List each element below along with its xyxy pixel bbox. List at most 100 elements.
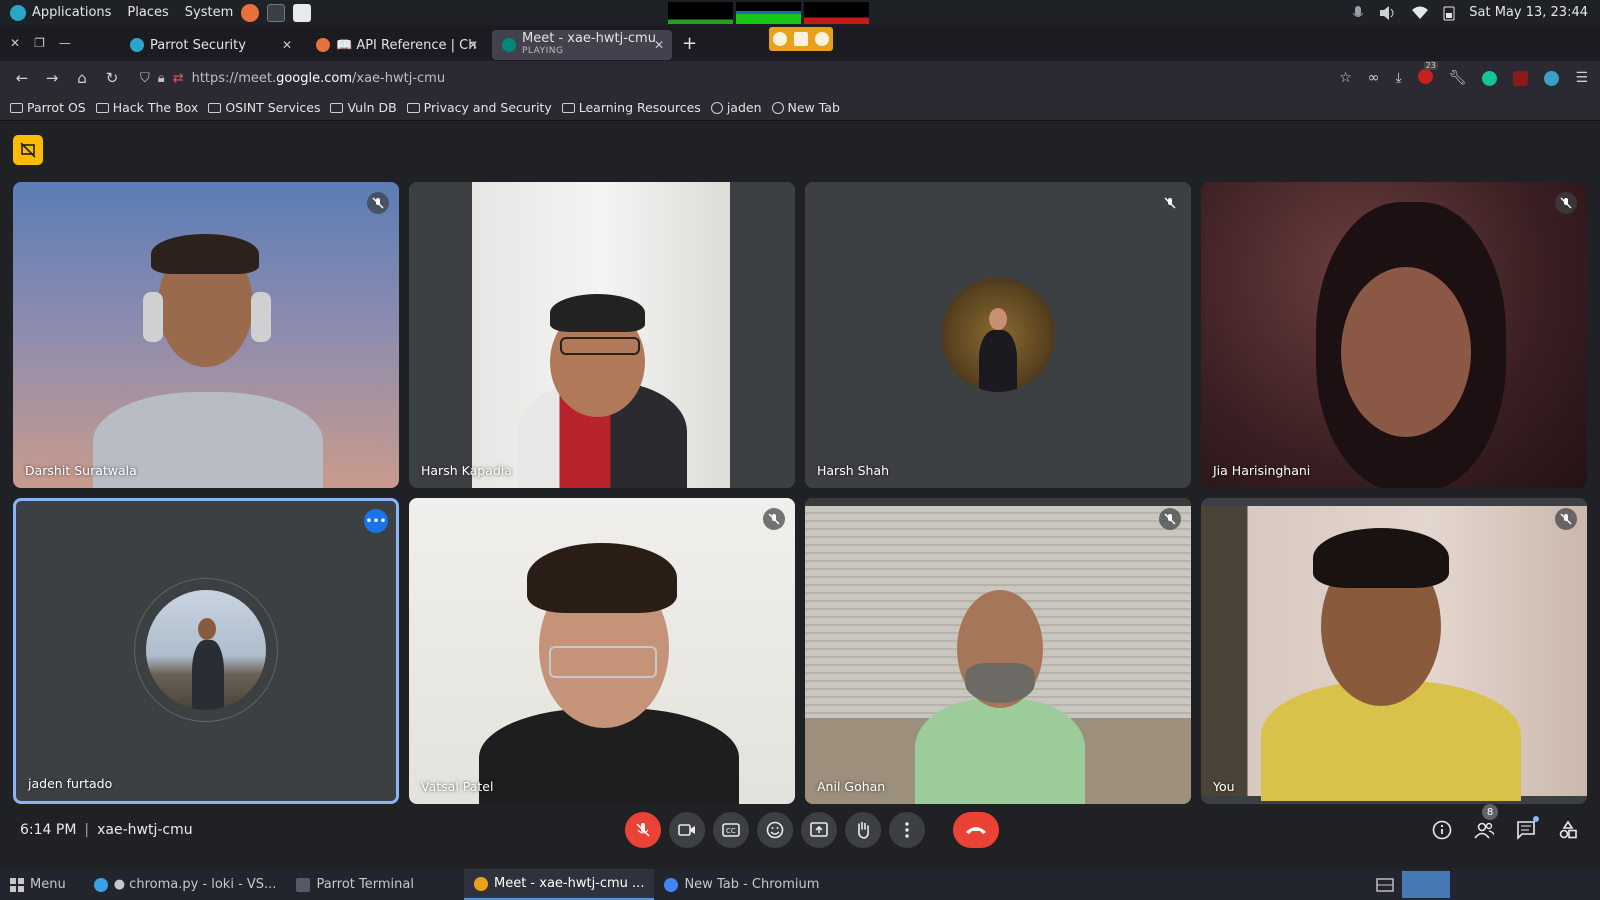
participant-tile-jaden[interactable]: ••• jaden furtado	[13, 498, 399, 804]
present-screen-button[interactable]	[801, 812, 837, 848]
folder-icon	[406, 102, 420, 113]
downloads-icon[interactable]: ⤓	[1395, 70, 1401, 86]
captions-button[interactable]: CC	[713, 812, 749, 848]
api-favicon-icon	[316, 38, 330, 52]
participant-name: Harsh Shah	[817, 463, 890, 478]
emoji-reaction-button[interactable]	[757, 812, 793, 848]
tab-meet[interactable]: Meet - xae-hwtj-cmu PLAYING ✕	[492, 30, 672, 60]
participant-tile-jia[interactable]: Jia Harisinghani	[1201, 182, 1587, 488]
memory-graph	[736, 2, 801, 24]
folder-icon	[95, 102, 109, 113]
document-launcher-icon[interactable]	[293, 3, 312, 22]
participant-tile-anil[interactable]: Anil Gohan	[805, 498, 1191, 804]
taskbar-item-terminal[interactable]: Parrot Terminal	[286, 869, 424, 900]
people-icon	[1474, 822, 1494, 839]
participant-name: Jia Harisinghani	[1213, 463, 1311, 478]
tab-close-icon[interactable]: ✕	[282, 38, 292, 52]
raise-hand-button[interactable]	[845, 812, 881, 848]
taskbar-item-chromium[interactable]: New Tab - Chromium	[654, 869, 829, 900]
window-minimize-icon[interactable]: —	[59, 36, 71, 50]
taskbar-item-meet[interactable]: Meet - xae-hwtj-cmu ...	[463, 869, 655, 900]
applications-menu[interactable]: Applications	[10, 4, 111, 21]
taskbar-item-vscode[interactable]: ● chroma.py - loki - VS...	[84, 869, 287, 900]
tab-close-icon[interactable]: ✕	[654, 38, 664, 52]
meeting-details: 6:14 PM | xae-hwtj-cmu	[20, 822, 193, 838]
bookmark-star-icon[interactable]: ☆	[1339, 70, 1352, 86]
call-controls: CC	[625, 812, 999, 848]
avatar	[146, 590, 266, 710]
permissions-icon[interactable]: ⇄	[173, 71, 184, 86]
mic-off-icon	[367, 192, 389, 214]
meet-favicon-icon	[502, 38, 516, 52]
chat-button[interactable]	[1516, 816, 1539, 840]
tab-close-icon[interactable]: ✕	[468, 38, 478, 52]
extension-notifications-icon[interactable]: 23	[1417, 60, 1438, 88]
globe-icon	[710, 101, 723, 114]
more-options-button[interactable]: •••	[364, 509, 388, 533]
more-options-button[interactable]	[889, 812, 925, 848]
meet-control-bar: 6:14 PM | xae-hwtj-cmu CC 8	[0, 800, 1600, 860]
bookmark-new-tab[interactable]: New Tab	[771, 100, 840, 115]
leave-call-button[interactable]	[953, 812, 999, 848]
menu-hamburger-icon[interactable]: ☰	[1575, 70, 1588, 86]
wrench-icon[interactable]: 🔧︎	[1449, 70, 1467, 86]
wifi-icon[interactable]	[1411, 6, 1429, 20]
places-menu[interactable]: Places	[127, 5, 168, 20]
bookmark-learning-resources[interactable]: Learning Resources	[561, 100, 701, 115]
url-text[interactable]: https://meet.google.com/xae-hwtj-cmu	[192, 71, 445, 86]
meeting-info-button[interactable]	[1432, 820, 1452, 840]
bookmark-hack-the-box[interactable]: Hack The Box	[95, 100, 198, 115]
bookmark-privacy-security[interactable]: Privacy and Security	[406, 100, 552, 115]
incognito-icon[interactable]: ∞	[1368, 70, 1380, 86]
battery-icon[interactable]	[1443, 5, 1455, 21]
microphone-icon[interactable]	[1351, 5, 1365, 21]
mic-off-icon	[1159, 192, 1181, 214]
workspace-icon[interactable]	[1376, 876, 1394, 894]
participant-tile-harsh-shah[interactable]: Harsh Shah	[805, 182, 1191, 488]
window-restore-icon[interactable]: ❐	[34, 36, 45, 50]
bookmark-osint-services[interactable]: OSINT Services	[208, 100, 320, 115]
terminal-launcher-icon[interactable]	[267, 3, 286, 22]
camera-toggle-button[interactable]	[669, 812, 705, 848]
tab-api-reference[interactable]: 📖 API Reference | Chrom ✕	[306, 30, 486, 60]
address-bar[interactable]: ⛉ 🔒︎ ⇄ https://meet.google.com/xae-hwtj-…	[140, 71, 445, 86]
tab-parrot-security[interactable]: Parrot Security ✕	[120, 30, 300, 60]
sharing-indicator[interactable]	[769, 27, 833, 51]
participant-tile-darshit[interactable]: Darshit Suratwala	[13, 182, 399, 488]
extension-icon[interactable]	[1513, 70, 1529, 86]
reload-icon[interactable]: ↻	[104, 69, 120, 87]
mic-off-icon	[1159, 508, 1181, 530]
presentation-indicator-button[interactable]	[13, 135, 43, 165]
back-arrow-icon[interactable]: ←	[14, 69, 30, 87]
lock-icon[interactable]: 🔒︎	[158, 71, 165, 86]
present-screen-icon	[810, 822, 828, 837]
forward-arrow-icon[interactable]: →	[44, 69, 60, 87]
system-menu[interactable]: System	[185, 5, 233, 20]
people-button[interactable]: 8	[1474, 804, 1498, 840]
clock[interactable]: Sat May 13, 23:44	[1469, 5, 1588, 20]
participant-count-badge: 8	[1482, 804, 1498, 820]
bookmark-jaden[interactable]: jaden	[710, 100, 762, 115]
home-icon[interactable]: ⌂	[74, 69, 90, 87]
meeting-code: xae-hwtj-cmu	[97, 822, 193, 838]
folder-icon	[330, 102, 344, 113]
raise-hand-icon	[858, 821, 869, 839]
participant-tile-vatsal[interactable]: Vatsal Patel	[409, 498, 795, 804]
new-tab-button[interactable]: +	[682, 33, 697, 54]
start-menu-button[interactable]: Menu	[0, 869, 76, 900]
grammarly-icon[interactable]	[1482, 70, 1498, 86]
volume-icon[interactable]	[1379, 5, 1397, 21]
shield-icon[interactable]: ⛉	[140, 71, 150, 86]
workspace-switcher[interactable]	[1402, 871, 1450, 898]
participant-tile-you[interactable]: You	[1201, 498, 1587, 804]
participant-tile-harsh-kapadia[interactable]: Harsh Kapadia	[409, 182, 795, 488]
bookmark-parrot-os[interactable]: Parrot OS	[10, 100, 86, 115]
bookmark-vuln-db[interactable]: Vuln DB	[330, 100, 397, 115]
firefox-icon	[473, 876, 488, 891]
globe-icon	[771, 101, 784, 114]
vpn-extension-icon[interactable]	[1544, 70, 1560, 86]
activities-button[interactable]	[1558, 820, 1578, 840]
mic-toggle-button[interactable]	[625, 812, 661, 848]
firefox-launcher-icon[interactable]	[241, 3, 260, 22]
window-close-icon[interactable]: ✕	[10, 36, 20, 50]
